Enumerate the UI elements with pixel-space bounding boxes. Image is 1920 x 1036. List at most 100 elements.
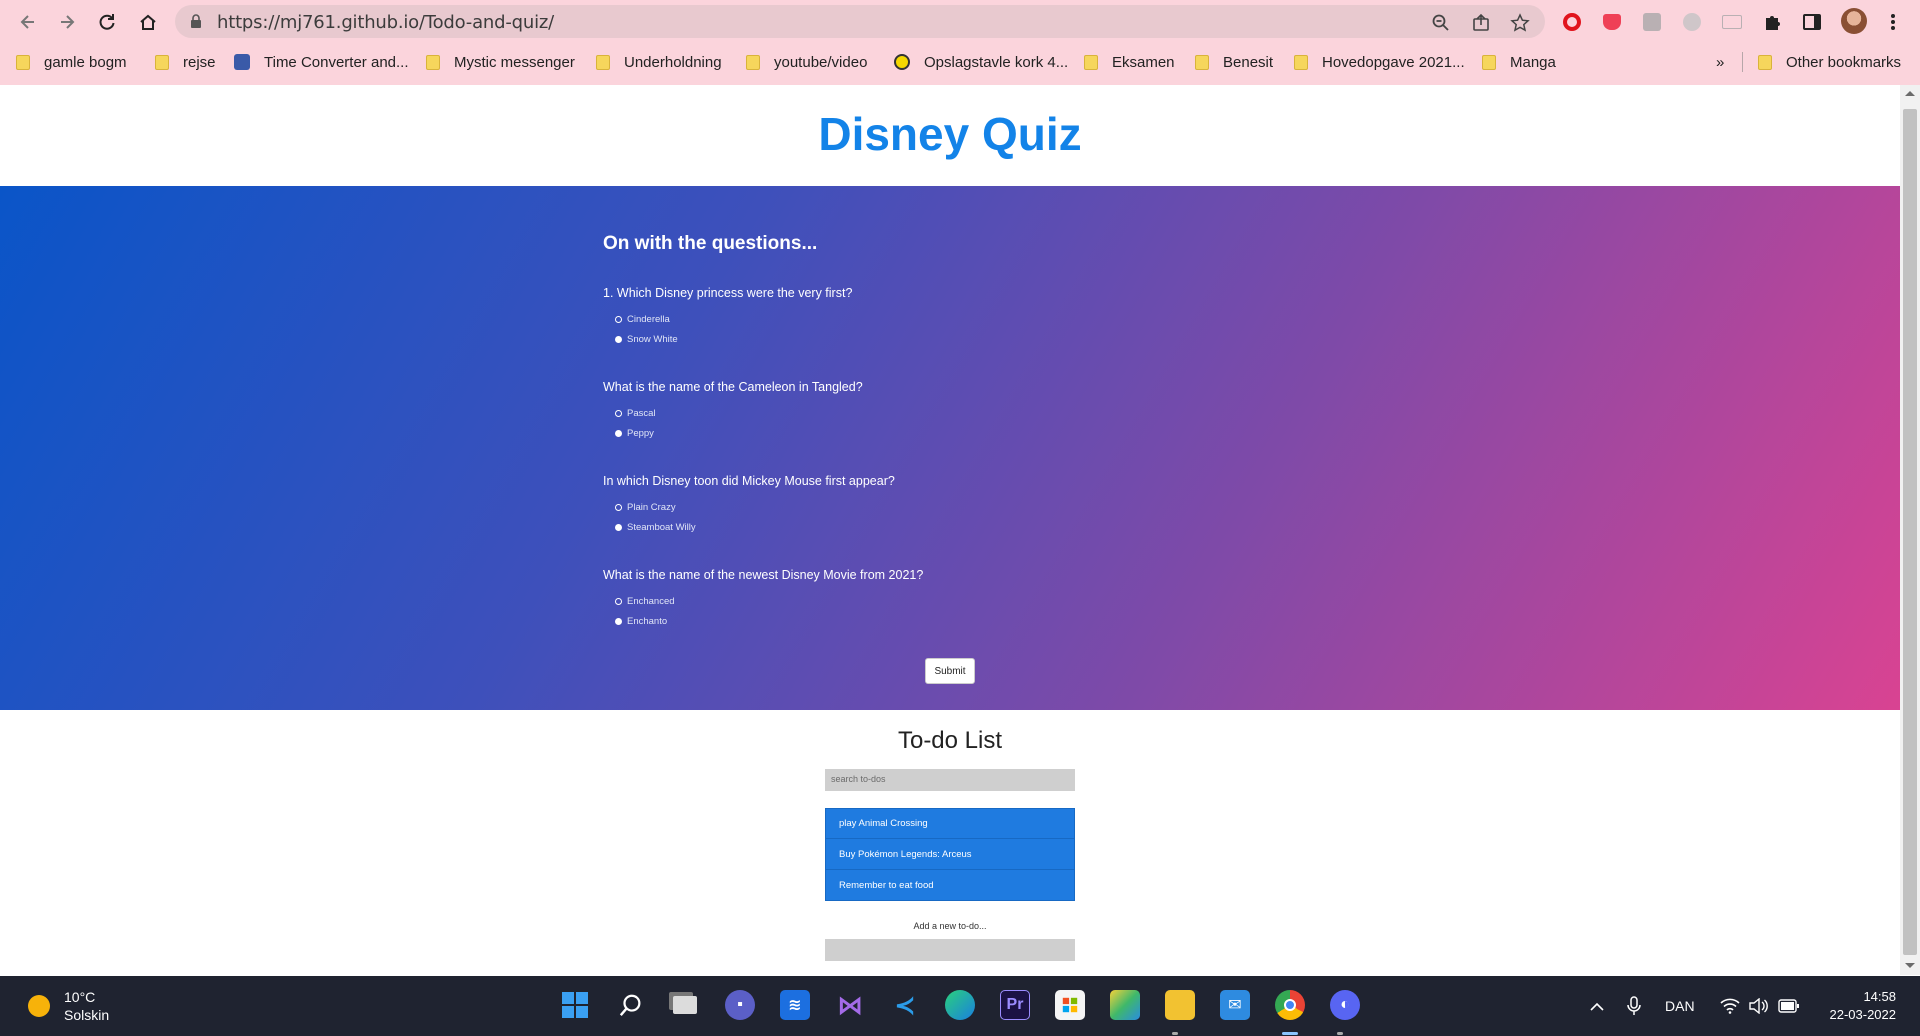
quiz-option[interactable]: Cinderella (615, 314, 670, 325)
bookmark-item[interactable]: gamle bogm (16, 50, 127, 74)
bookmark-label: Mystic messenger (454, 53, 575, 71)
quiz-option-label: Plain Crazy (627, 502, 676, 513)
site-icon (894, 54, 910, 70)
bookmark-item[interactable]: Manga (1482, 50, 1556, 74)
bookmark-item[interactable]: Opslagstavle kork 4... (894, 50, 1068, 74)
other-bookmarks-label: Other bookmarks (1786, 53, 1902, 71)
microphone-icon[interactable] (1627, 976, 1641, 1036)
bookmark-label: Opslagstavle kork 4... (924, 53, 1069, 71)
extension-icon-circle[interactable] (1681, 11, 1703, 33)
battery-icon[interactable] (1778, 976, 1800, 1036)
radio-button[interactable] (615, 410, 622, 417)
chat-icon[interactable]: ▪ (725, 990, 755, 1020)
edge-icon[interactable] (945, 990, 975, 1020)
arrow-left-icon (20, 15, 34, 29)
extension-icon-gray[interactable] (1641, 11, 1663, 33)
todo-item[interactable]: Remember to eat food (825, 870, 1075, 901)
add-todo-input[interactable] (825, 939, 1075, 961)
reload-button[interactable] (93, 8, 121, 36)
more-bookmarks-button[interactable]: » (1716, 50, 1724, 74)
bookmark-item[interactable]: Eksamen (1084, 50, 1175, 74)
share-icon[interactable] (1471, 13, 1491, 33)
quiz-form: On with the questions... Submit 1. Which… (603, 186, 1303, 710)
lock-icon (191, 14, 201, 28)
submit-button[interactable]: Submit (925, 658, 975, 684)
search-icon[interactable] (616, 990, 646, 1020)
scroll-down-arrow-icon[interactable] (1905, 963, 1915, 968)
todo-search-placeholder: search to-dos (831, 774, 886, 784)
language-indicator[interactable]: DAN (1665, 976, 1695, 1036)
opera-extension-icon[interactable] (1561, 11, 1583, 33)
quiz-question: What is the name of the newest Disney Mo… (603, 568, 924, 582)
scrollbar-thumb[interactable] (1903, 109, 1917, 955)
radio-button[interactable] (615, 524, 622, 531)
visual-studio-icon[interactable]: ⋈ (835, 990, 865, 1020)
radio-button[interactable] (615, 598, 622, 605)
radio-button[interactable] (615, 336, 622, 343)
folder-icon (155, 54, 169, 70)
mail-icon[interactable]: ✉ (1220, 990, 1250, 1020)
todo-list: play Animal Crossing Buy Pokémon Legends:… (825, 808, 1075, 901)
home-button[interactable] (134, 8, 162, 36)
wifi-icon[interactable] (1720, 976, 1740, 1036)
bookmark-item[interactable]: rejse (155, 50, 216, 74)
premiere-icon[interactable]: Pr (1000, 990, 1030, 1020)
other-bookmarks-button[interactable]: Other bookmarks (1758, 50, 1901, 74)
bookmark-item[interactable]: Hovedopgave 2021... (1294, 50, 1465, 74)
pocket-extension-icon[interactable] (1601, 11, 1623, 33)
quiz-option[interactable]: Snow White (615, 334, 678, 345)
quiz-option[interactable]: Peppy (615, 428, 654, 439)
tray-overflow-chevron-icon[interactable] (1590, 976, 1604, 1036)
bookmark-item[interactable]: Mystic messenger (426, 50, 575, 74)
todo-item[interactable]: Buy Pokémon Legends: Arceus (825, 839, 1075, 870)
radio-button[interactable] (615, 430, 622, 437)
profile-avatar[interactable] (1840, 7, 1868, 35)
quiz-option[interactable]: Plain Crazy (615, 502, 676, 513)
vscode-icon[interactable]: ≺ (890, 990, 920, 1020)
menu-dots-icon[interactable] (1882, 11, 1904, 33)
bookmark-label: gamle bogm (44, 53, 127, 71)
quiz-option-label: Steamboat Willy (627, 522, 696, 533)
store-icon[interactable] (1055, 990, 1085, 1020)
quiz-option[interactable]: Enchanced (615, 596, 675, 607)
puzzle-extensions-icon[interactable] (1761, 11, 1783, 33)
bookmark-item[interactable]: Benesit (1195, 50, 1273, 74)
forward-button[interactable] (53, 8, 81, 36)
photos-icon[interactable] (1110, 990, 1140, 1020)
zoom-icon[interactable] (1431, 13, 1451, 33)
quiz-option[interactable]: Steamboat Willy (615, 522, 696, 533)
browser-chrome: https://mj761.github.io/Todo-and-quiz/ g… (0, 0, 1920, 85)
discord-icon[interactable]: ◐ (1330, 990, 1360, 1020)
bookmark-item[interactable]: youtube/video (746, 50, 867, 74)
volume-icon[interactable] (1748, 976, 1768, 1036)
side-panel-icon[interactable] (1801, 11, 1823, 33)
bookmark-label: youtube/video (774, 53, 868, 71)
start-icon[interactable] (560, 990, 590, 1020)
quiz-heading: On with the questions... (603, 233, 818, 254)
radio-button[interactable] (615, 618, 622, 625)
scroll-up-arrow-icon[interactable] (1905, 91, 1915, 96)
clock[interactable]: 14:58 22-03-2022 (1830, 988, 1897, 1024)
file-explorer-icon[interactable] (1165, 990, 1195, 1020)
clock-date: 22-03-2022 (1829, 1007, 1897, 1022)
quiz-option[interactable]: Pascal (615, 408, 656, 419)
todo-search-input[interactable]: search to-dos (825, 769, 1075, 791)
bookmark-item[interactable]: Underholdning (596, 50, 722, 74)
address-bar[interactable]: https://mj761.github.io/Todo-and-quiz/ (175, 5, 1545, 38)
stream-app-icon[interactable]: ≋ (780, 990, 810, 1020)
page-scrollbar[interactable] (1900, 85, 1920, 975)
quiz-question: What is the name of the Cameleon in Tang… (603, 380, 863, 394)
task-view-icon[interactable] (670, 990, 700, 1020)
radio-button[interactable] (615, 316, 622, 323)
back-button[interactable] (14, 8, 42, 36)
quiz-option[interactable]: Enchanto (615, 616, 667, 627)
bookmark-item[interactable]: Time Converter and... (234, 50, 409, 74)
todo-item[interactable]: play Animal Crossing (825, 808, 1075, 839)
extension-icon-folder[interactable] (1721, 11, 1743, 33)
radio-button[interactable] (615, 504, 622, 511)
running-app-indicator (1337, 1032, 1343, 1035)
chrome-icon[interactable] (1275, 990, 1305, 1020)
weather-widget[interactable]: 10°C Solskin (28, 988, 109, 1024)
star-icon[interactable] (1510, 13, 1530, 33)
quiz-option-label: Enchanced (627, 596, 675, 607)
